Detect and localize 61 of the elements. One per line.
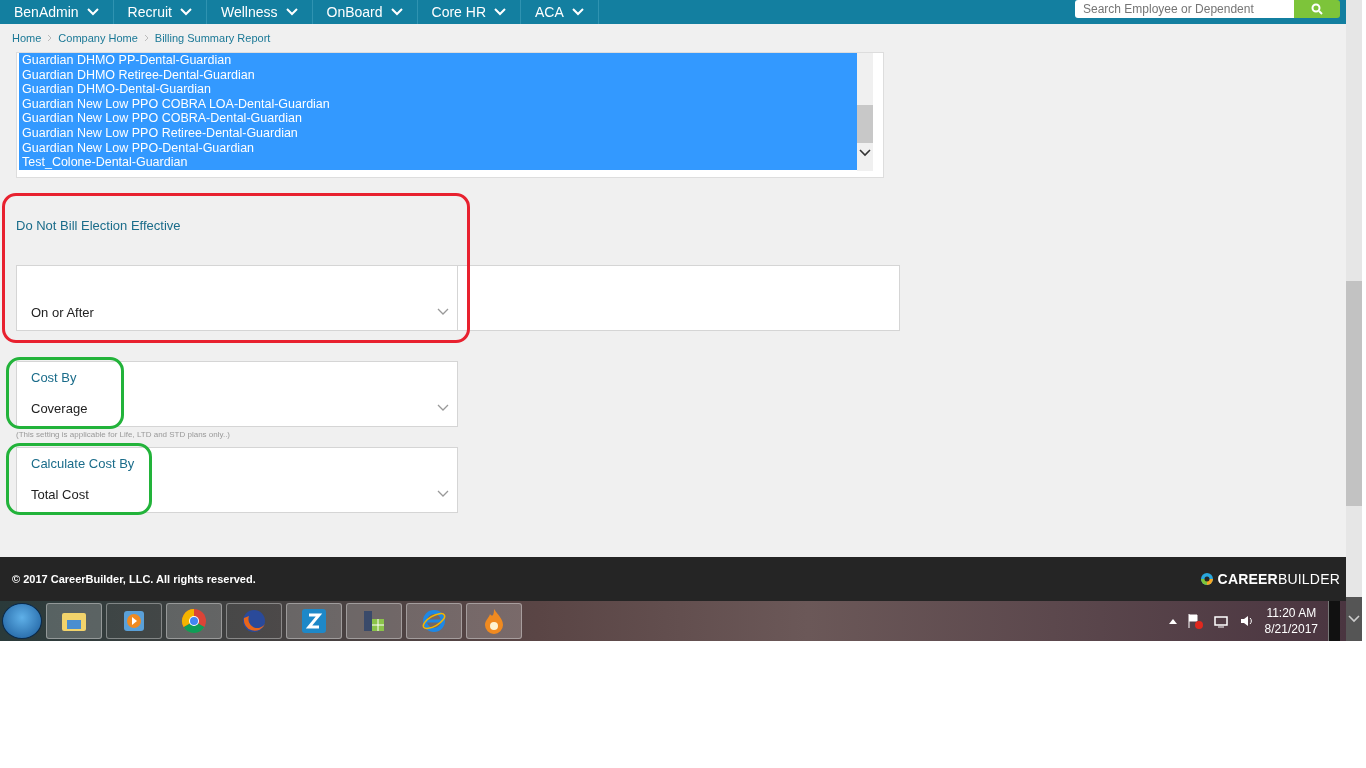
breadcrumb-link[interactable]: Company Home xyxy=(58,32,138,44)
caret-up-icon[interactable] xyxy=(1168,618,1177,624)
logo-icon xyxy=(1199,572,1214,586)
taskbar-button[interactable] xyxy=(466,603,522,639)
chevron-down-icon xyxy=(390,8,403,16)
select-label: Cost By xyxy=(31,370,77,385)
flag-icon[interactable] xyxy=(1186,613,1203,629)
taskbar-button[interactable] xyxy=(106,603,162,639)
section-label: Do Not Bill Election Effective xyxy=(16,218,182,233)
spreadsheet-icon xyxy=(362,609,386,633)
clock-time: 11:20 AM xyxy=(1266,605,1317,621)
chevron-down-icon xyxy=(437,308,449,316)
dropdown-select[interactable]: Calculate Cost By Total Cost xyxy=(16,447,458,513)
show-desktop-button[interactable] xyxy=(1328,601,1340,641)
chevron-down-icon xyxy=(179,8,192,16)
dropdown-select[interactable]: On or After xyxy=(16,265,458,331)
taskbar-button[interactable] xyxy=(346,603,402,639)
chevron-down-icon xyxy=(494,8,506,16)
taskbar-button[interactable] xyxy=(406,603,462,639)
select-value: Coverage xyxy=(31,401,88,416)
page-scrollbar[interactable] xyxy=(1346,0,1362,641)
play-icon xyxy=(122,609,146,633)
folder-icon xyxy=(61,610,87,632)
plan-list-item[interactable]: Guardian New Low PPO COBRA-Dental-Guardian xyxy=(19,111,857,126)
dropdown-select[interactable]: Cost By Coverage xyxy=(16,361,458,427)
browser-icon xyxy=(181,608,207,634)
chevron-down-icon xyxy=(437,404,449,412)
listbox-scrollbar[interactable] xyxy=(857,53,873,171)
taskbar-button[interactable] xyxy=(46,603,102,639)
clock-date: 8/21/2017 xyxy=(1264,621,1318,637)
chevron-down-icon xyxy=(571,8,584,16)
select-value: Total Cost xyxy=(31,487,89,502)
chevron-down-icon xyxy=(437,490,449,498)
fox-globe-icon xyxy=(241,608,267,634)
date-input-field[interactable] xyxy=(458,265,900,331)
chevron-down-icon xyxy=(86,8,99,16)
breadcrumb-link[interactable]: Home xyxy=(12,32,42,44)
chevron-down-icon[interactable] xyxy=(859,149,871,157)
copyright-text: © 2017 CareerBuilder, LLC. All rights reserved. xyxy=(12,573,256,585)
help-note: (This setting is applicable for Life, LTD and STD plans only..) xyxy=(16,430,232,439)
plan-list-item[interactable]: Guardian DHMO PP-Dental-Guardian xyxy=(19,53,857,68)
search-icon xyxy=(1311,3,1323,15)
taskbar-clock[interactable]: 11:20 AM 8/21/2017 xyxy=(1264,605,1318,637)
brand-logo-text: CAREERBUILDER xyxy=(1217,571,1340,587)
plan-list-item[interactable]: Test_Colone-Dental-Guardian xyxy=(19,155,857,170)
globe-e-icon xyxy=(421,608,447,634)
search-field[interactable]: Search Employee or Dependent xyxy=(1075,0,1294,18)
select-label: Calculate Cost By xyxy=(31,456,135,471)
taskbar-button[interactable] xyxy=(286,603,342,639)
app-tile-icon xyxy=(301,608,327,634)
speaker-icon[interactable] xyxy=(1238,613,1255,629)
chevron-right-icon xyxy=(143,34,149,42)
taskbar-button[interactable] xyxy=(226,603,282,639)
start-button[interactable] xyxy=(2,603,42,639)
plan-list-item[interactable]: Guardian DHMO-Dental-Guardian xyxy=(19,82,857,97)
select-value: On or After xyxy=(31,305,94,320)
breadcrumb-link[interactable]: Billing Summary Report xyxy=(154,32,271,44)
flame-icon xyxy=(482,608,506,634)
taskbar-button[interactable] xyxy=(166,603,222,639)
chevron-down-icon xyxy=(285,8,298,16)
chevron-right-icon xyxy=(47,34,53,42)
